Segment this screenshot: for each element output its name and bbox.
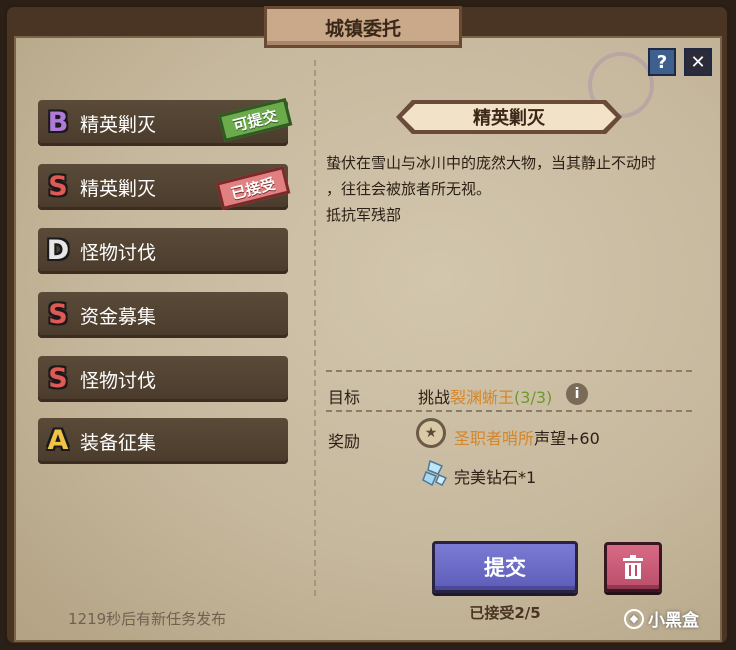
trash-icon: [623, 555, 643, 579]
separator: [326, 410, 696, 412]
quest-name: 精英剿灭: [80, 177, 157, 200]
close-icon: ✕: [690, 51, 706, 73]
grade-badge: B: [47, 107, 69, 138]
target-prefix: 挑战: [418, 388, 451, 407]
grade-badge: S: [48, 171, 68, 202]
target-value: 挑战裂渊蜥王(3/3): [418, 384, 552, 408]
reward-amount: 声望+60: [534, 429, 600, 448]
question-icon: ?: [656, 51, 668, 73]
close-button[interactable]: ✕: [684, 48, 712, 76]
quest-name: 怪物讨伐: [80, 241, 157, 264]
reward-faction: 圣职者哨所: [454, 429, 535, 448]
watermark: ◆ 小黑盒: [624, 606, 699, 631]
window-title: 城镇委托: [264, 6, 462, 48]
diamond-icon: [420, 458, 450, 488]
reward-reputation: 圣职者哨所声望+60: [454, 425, 600, 449]
delete-button[interactable]: [604, 542, 662, 592]
target-monster: 裂渊蜥王: [450, 388, 515, 407]
quest-item-4[interactable]: S 资金募集: [38, 292, 288, 338]
quest-issuer: 抵抗军残部: [326, 206, 402, 224]
quest-item-3[interactable]: D 怪物讨伐: [38, 228, 288, 274]
refresh-timer: 1219秒后有新任务发布: [68, 610, 227, 628]
quest-name: 怪物讨伐: [80, 369, 157, 392]
submit-button[interactable]: 提交: [432, 541, 578, 593]
watermark-logo-icon: ◆: [624, 608, 644, 629]
separator: [326, 370, 696, 372]
grade-badge: A: [47, 425, 69, 456]
quest-description: 蛰伏在雪山与冰川中的庞然大物，当其静止不动时 ，往往会被旅者所无视。 抵抗军残部: [326, 150, 706, 228]
detail-title: 精英剿灭: [402, 104, 616, 130]
reward-label: 奖励: [328, 432, 361, 451]
target-label: 目标: [328, 388, 361, 407]
quest-name: 精英剿灭: [80, 113, 157, 136]
watermark-text: 小黑盒: [648, 611, 699, 631]
grade-badge: D: [46, 235, 70, 266]
quest-name: 资金募集: [80, 305, 157, 328]
panel-divider: [314, 60, 316, 600]
reward-item: 完美钻石*1: [454, 468, 537, 487]
quest-name: 装备征集: [80, 431, 157, 454]
help-button[interactable]: ?: [648, 48, 676, 76]
grade-badge: S: [48, 363, 68, 394]
medal-icon: ★: [416, 418, 446, 448]
quest-item-6[interactable]: A 装备征集: [38, 418, 288, 464]
info-icon[interactable]: i: [566, 383, 588, 405]
quest-item-5[interactable]: S 怪物讨伐: [38, 356, 288, 402]
description-line: ，往往会被旅者所无视。: [326, 180, 492, 198]
grade-badge: S: [48, 299, 68, 330]
accepted-count: 已接受2/5: [469, 604, 541, 622]
description-line: 蛰伏在雪山与冰川中的庞然大物，当其静止不动时: [326, 154, 657, 172]
target-progress: (3/3): [514, 388, 553, 407]
